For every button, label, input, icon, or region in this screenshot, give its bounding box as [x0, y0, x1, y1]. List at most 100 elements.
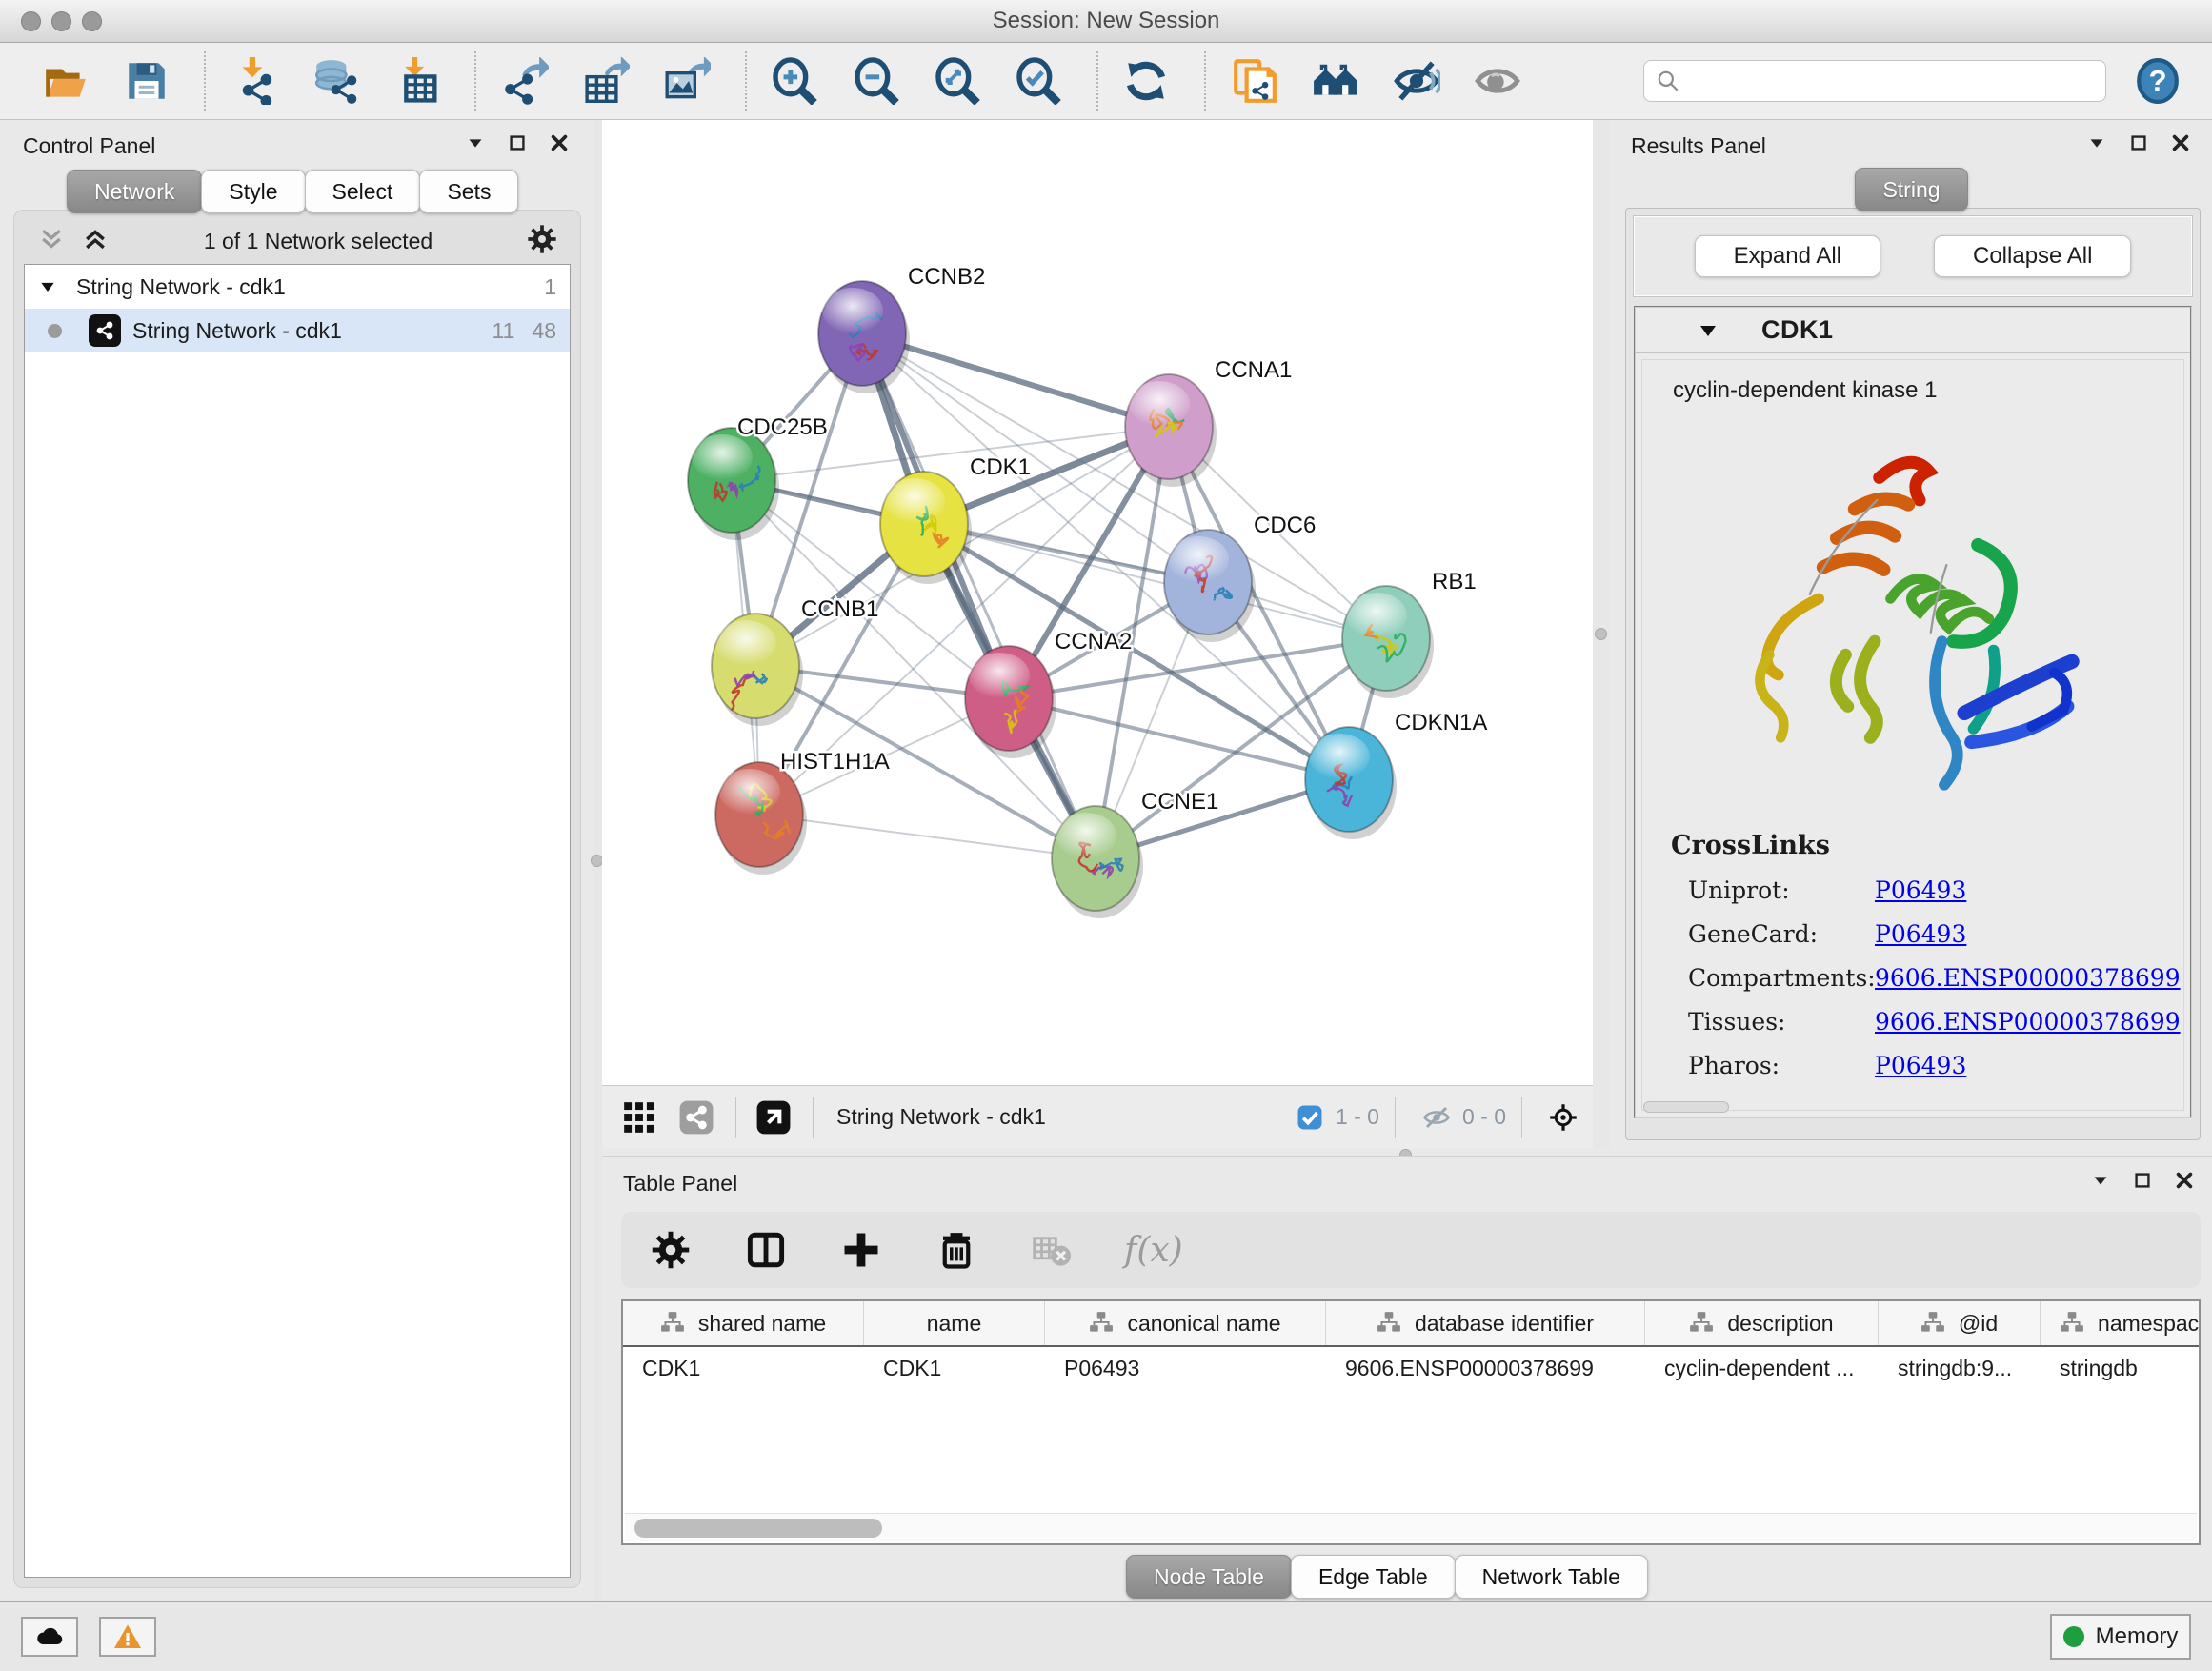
show-eye-icon[interactable]	[1471, 53, 1525, 109]
network-row[interactable]: String Network - cdk1 11 48	[25, 309, 570, 352]
column-header-namespace[interactable]: namespace	[2041, 1301, 2201, 1345]
crosslink-link[interactable]: 9606.ENSP00000378699	[1875, 964, 2181, 992]
collapse-all-button[interactable]: Collapse All	[1934, 235, 2131, 277]
import-table-icon[interactable]	[390, 53, 444, 109]
window-close-button[interactable]	[21, 11, 41, 31]
tab-network-table[interactable]: Network Table	[1455, 1555, 1648, 1599]
window-title: Session: New Session	[993, 8, 1220, 34]
network-edge[interactable]	[759, 815, 1096, 858]
expand-all-networks-icon[interactable]	[81, 225, 110, 258]
tab-edge-table[interactable]: Edge Table	[1291, 1555, 1456, 1599]
right-splitter-handle[interactable]	[1595, 628, 1607, 640]
warning-button[interactable]	[99, 1617, 156, 1657]
control-panel-close-icon[interactable]	[549, 132, 570, 159]
string-document-icon[interactable]	[1227, 53, 1281, 109]
column-header-id[interactable]: @id	[1879, 1301, 2041, 1345]
home-icon[interactable]	[1308, 53, 1362, 109]
table-panel-float-icon[interactable]	[2132, 1170, 2153, 1197]
control-panel-collapse-icon[interactable]	[465, 132, 486, 159]
results-panel-collapse-icon[interactable]	[2086, 132, 2107, 159]
search-input[interactable]	[1688, 69, 2094, 93]
window-zoom-button[interactable]	[82, 11, 102, 31]
tab-node-table[interactable]: Node Table	[1126, 1555, 1292, 1599]
birdseye-view-icon[interactable]	[752, 1096, 795, 1139]
results-panel-float-icon[interactable]	[2128, 132, 2149, 159]
zoom-in-icon[interactable]	[768, 53, 822, 109]
network-node[interactable]: CCNE1	[1052, 789, 1218, 918]
network-node[interactable]: CDKN1A	[1305, 710, 1487, 839]
crosslink-link[interactable]: 9606.ENSP00000378699	[1875, 1008, 2181, 1036]
fit-content-icon[interactable]	[930, 53, 984, 109]
export-image-icon[interactable]	[660, 53, 714, 109]
import-network-database-icon[interactable]	[309, 53, 363, 109]
share-view-icon[interactable]	[674, 1096, 718, 1139]
collection-count: 1	[544, 274, 556, 300]
search-box[interactable]	[1643, 60, 2106, 102]
table-cell[interactable]: stringdb:9...	[1879, 1356, 2041, 1381]
tab-network[interactable]: Network	[67, 170, 202, 213]
table-options-gear-icon[interactable]	[648, 1227, 694, 1273]
collapse-all-networks-icon[interactable]	[37, 225, 66, 258]
tab-select[interactable]: Select	[305, 170, 421, 213]
add-column-icon[interactable]	[838, 1227, 884, 1273]
save-session-icon[interactable]	[119, 53, 173, 109]
results-scrollbar[interactable]	[1643, 1101, 1729, 1113]
zoom-selected-icon[interactable]	[1012, 53, 1066, 109]
column-header-canonical-name[interactable]: canonical name	[1045, 1301, 1326, 1345]
network-node[interactable]: CDC25B	[688, 414, 828, 540]
help-icon[interactable]: ?	[2131, 53, 2185, 109]
network-edge[interactable]	[862, 333, 1096, 858]
table-row[interactable]: CDK1CDK1P064939606.ENSP00000378699cyclin…	[623, 1347, 2199, 1389]
table-cell[interactable]: CDK1	[623, 1356, 864, 1381]
expand-all-button[interactable]: Expand All	[1695, 235, 1880, 277]
table-cell[interactable]: stringdb	[2041, 1356, 2201, 1381]
memory-button[interactable]: Memory	[2050, 1614, 2191, 1660]
tab-sets[interactable]: Sets	[419, 170, 518, 213]
network-canvas[interactable]: CCNB2 CCNA1 CDC25B CDK1 CDC6 RB1 CCNB1	[602, 120, 1593, 1085]
export-table-icon[interactable]	[578, 53, 633, 109]
table-cell[interactable]: cyclin-dependent ...	[1645, 1356, 1879, 1381]
column-header-shared-name[interactable]: shared name	[623, 1301, 864, 1345]
crosslink-link[interactable]: P06493	[1875, 1052, 1966, 1079]
network-node[interactable]: CCNA1	[1125, 357, 1292, 487]
network-collection-row[interactable]: String Network - cdk1 1	[25, 265, 570, 309]
network-node[interactable]: RB1	[1342, 569, 1477, 698]
results-panel-close-icon[interactable]	[2170, 132, 2191, 159]
table-cell[interactable]: 9606.ENSP00000378699	[1326, 1356, 1645, 1381]
gene-entry-header[interactable]: CDK1	[1636, 308, 2190, 353]
open-session-icon[interactable]	[38, 53, 92, 109]
grid-view-icon[interactable]	[617, 1096, 661, 1139]
entry-collapse-icon[interactable]	[1697, 319, 1719, 342]
zoom-out-icon[interactable]	[849, 53, 903, 109]
delete-column-icon[interactable]	[934, 1227, 979, 1273]
toggle-visibility-icon[interactable]	[1390, 53, 1444, 109]
export-network-icon[interactable]	[497, 53, 552, 109]
network-node[interactable]: CDC6	[1164, 513, 1316, 642]
column-header-description[interactable]: description	[1645, 1301, 1879, 1345]
network-edge[interactable]	[924, 524, 1386, 638]
crosslink-link[interactable]: P06493	[1875, 876, 1966, 904]
network-node[interactable]: CCNB2	[818, 264, 985, 393]
tab-style[interactable]: Style	[201, 170, 305, 213]
table-panel-collapse-icon[interactable]	[2090, 1170, 2111, 1197]
column-header-name[interactable]: name	[864, 1301, 1045, 1345]
tab-string[interactable]: String	[1855, 168, 1967, 211]
table-cell[interactable]: P06493	[1045, 1356, 1326, 1381]
network-options-gear-icon[interactable]	[527, 224, 557, 259]
import-network-icon[interactable]	[227, 53, 281, 109]
selected-checkbox-icon[interactable]	[1296, 1103, 1324, 1132]
toolbar-separator	[1096, 51, 1098, 111]
network-node[interactable]: HIST1H1A	[715, 749, 890, 875]
network-node[interactable]: CCNB1	[712, 596, 878, 726]
column-header-database-identifier[interactable]: database identifier	[1326, 1301, 1645, 1345]
fit-selected-icon[interactable]	[1549, 1103, 1578, 1132]
table-hscrollbar[interactable]	[625, 1513, 2197, 1541]
cloud-button[interactable]	[21, 1617, 78, 1657]
crosslink-link[interactable]: P06493	[1875, 920, 1966, 948]
show-columns-icon[interactable]	[743, 1227, 789, 1273]
table-cell[interactable]: CDK1	[864, 1356, 1045, 1381]
window-minimize-button[interactable]	[51, 11, 71, 31]
refresh-icon[interactable]	[1119, 53, 1174, 109]
control-panel-float-icon[interactable]	[507, 132, 528, 159]
table-panel-close-icon[interactable]	[2174, 1170, 2195, 1197]
